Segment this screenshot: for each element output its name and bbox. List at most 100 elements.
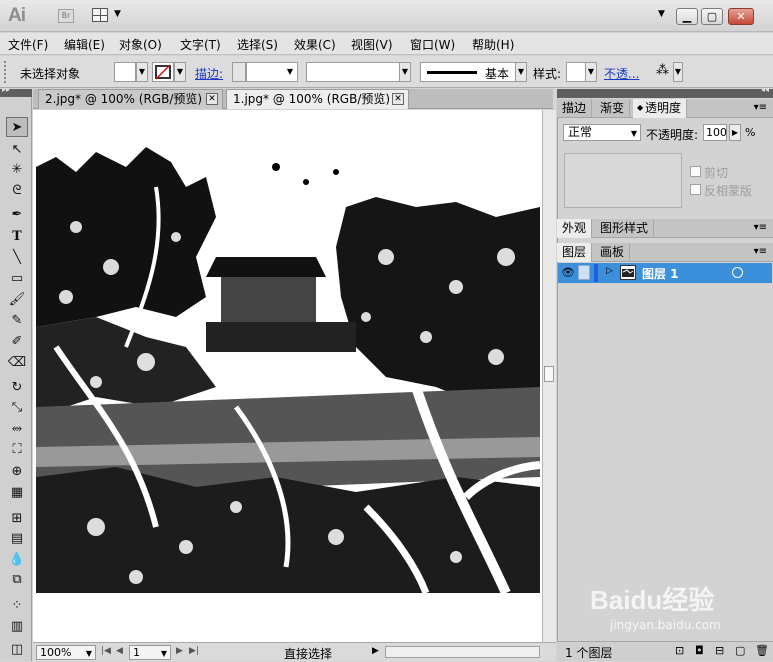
first-artboard-icon[interactable]: |◀ (101, 646, 111, 656)
pencil-icon[interactable]: ✎ (6, 311, 28, 331)
menu-window[interactable]: 窗口(W) (410, 36, 455, 53)
tab-artboards[interactable]: 画板 (595, 243, 631, 262)
stroke-weight-stepper[interactable] (232, 62, 246, 82)
tab-2-jpg[interactable]: 2.jpg* @ 100% (RGB/预览) ✕ (38, 89, 223, 109)
chevron-down-icon[interactable]: ▼ (515, 62, 527, 82)
blend-mode-select[interactable]: 正常 ▼ (563, 124, 641, 141)
menu-object[interactable]: 对象(O) (119, 36, 162, 53)
trash-icon[interactable]: 🗑 (755, 644, 769, 657)
mask-thumbnail[interactable] (564, 153, 682, 208)
mesh-tool-icon[interactable]: ⊞ (6, 509, 28, 529)
artboard-select[interactable]: 1 ▼ (129, 645, 171, 660)
stroke-swatch[interactable] (152, 62, 174, 82)
close-icon[interactable]: ✕ (392, 93, 404, 105)
tab-stroke[interactable]: 描边 (557, 99, 593, 118)
paintbrush-icon[interactable]: 🖌 (6, 290, 28, 310)
next-artboard-icon[interactable]: ▶ (176, 646, 183, 656)
rotate-tool-icon[interactable]: ↻ (6, 378, 28, 398)
tab-1-jpg[interactable]: 1.jpg* @ 100% (RGB/预览) ✕ (226, 89, 409, 109)
warp-tool-icon[interactable]: ⥈ (6, 419, 28, 439)
expand-triangle-icon[interactable]: ▷ (606, 266, 613, 276)
symbol-sprayer-icon[interactable]: ⁘ (6, 596, 28, 616)
bridge-button[interactable]: Br (58, 9, 74, 23)
clip-checkbox[interactable] (690, 166, 701, 177)
new-sublayer-icon[interactable]: ⊟ (715, 644, 724, 657)
rectangle-tool-icon[interactable]: ▭ (6, 269, 28, 289)
perspective-grid-icon[interactable]: ▦ (6, 483, 28, 503)
gradient-tool-icon[interactable]: ▤ (6, 529, 28, 549)
panel-menu-icon[interactable]: ▾≡ (754, 102, 767, 113)
tab-graphic-styles[interactable]: 图形样式 (595, 219, 655, 238)
new-layer-icon[interactable]: ▢ (735, 644, 745, 657)
panel-menu-icon[interactable]: ▾≡ (754, 222, 767, 233)
stroke-weight-input[interactable]: ▼ (246, 62, 298, 82)
opacity-input[interactable]: 100 (703, 124, 727, 141)
tools-panel-header[interactable]: ▸▸ (0, 85, 32, 97)
free-transform-icon[interactable]: ⛶ (6, 440, 28, 460)
scale-tool-icon[interactable]: ⤡ (6, 398, 28, 418)
fill-swatch[interactable] (114, 62, 136, 82)
column-graph-icon[interactable]: ▥ (6, 617, 28, 637)
menu-select[interactable]: 选择(S) (237, 36, 278, 53)
menu-view[interactable]: 视图(V) (351, 36, 393, 53)
graphic-style-swatch[interactable] (566, 62, 586, 82)
line-tool-icon[interactable]: ╲ (6, 248, 28, 268)
chevron-down-icon[interactable]: ▼ (399, 62, 411, 82)
close-icon[interactable]: ✕ (206, 93, 218, 105)
opacity-link[interactable]: 不透... (604, 65, 639, 82)
make-clipping-mask-icon[interactable]: ◘ (695, 644, 704, 657)
panel-menu-icon[interactable]: ▾≡ (754, 246, 767, 257)
blend-tool-icon[interactable]: ⧉ (6, 570, 28, 590)
eraser-icon[interactable]: ⌫ (6, 353, 28, 373)
layer-name[interactable]: 图层 1 (642, 265, 679, 282)
pen-tool-icon[interactable]: ✒ (6, 205, 28, 225)
close-button[interactable]: ✕ (728, 8, 754, 25)
grip-handle[interactable] (4, 61, 8, 83)
tab-layers[interactable]: 图层 (557, 243, 593, 262)
magic-wand-icon[interactable]: ✳ (6, 160, 28, 180)
opacity-stepper[interactable]: ▶ (729, 124, 741, 141)
status-menu-icon[interactable]: ▶ (372, 646, 379, 656)
scrollbar-thumb[interactable] (544, 366, 554, 382)
panel-dock-header[interactable]: ◂◂ (557, 85, 773, 98)
lasso-icon[interactable]: ᘓ (6, 181, 28, 201)
blob-brush-icon[interactable]: ✐ (6, 332, 28, 352)
eyedropper-icon[interactable]: 💧 (6, 550, 28, 570)
chevron-down-icon[interactable]: ▼ (136, 62, 148, 82)
chevron-down-icon[interactable]: ▼ (585, 62, 597, 82)
locate-object-icon[interactable]: ⊡ (675, 644, 684, 657)
menu-help[interactable]: 帮助(H) (472, 36, 514, 53)
lock-toggle[interactable] (578, 265, 590, 280)
chevron-down-icon: ▼ (114, 9, 121, 19)
tab-appearance[interactable]: 外观 (557, 219, 593, 238)
direct-selection-tool-icon[interactable]: ↖ (6, 140, 28, 160)
prev-artboard-icon[interactable]: ◀ (116, 646, 123, 656)
selection-tool-icon[interactable]: ➤ (6, 117, 28, 137)
variable-width-select[interactable] (306, 62, 400, 82)
arrange-documents-button[interactable]: ▼ (92, 8, 124, 24)
artboard-tool-icon[interactable]: ◫ (6, 640, 28, 660)
target-icon[interactable] (732, 267, 743, 278)
horizontal-scrollbar[interactable] (385, 646, 540, 658)
menu-edit[interactable]: 编辑(E) (64, 36, 105, 53)
type-tool-icon[interactable]: T (6, 227, 28, 247)
minimize-button[interactable]: ▁ (676, 8, 698, 25)
eye-icon[interactable]: 👁 (561, 266, 575, 279)
menu-effect[interactable]: 效果(C) (294, 36, 336, 53)
workspace-switcher[interactable]: ▼ (658, 9, 665, 19)
shape-builder-icon[interactable]: ⊕ (6, 462, 28, 482)
stroke-label-link[interactable]: 描边: (195, 65, 223, 82)
layer-row[interactable]: 👁 ▷ 图层 1 (558, 263, 772, 283)
chevron-down-icon[interactable]: ▼ (174, 62, 186, 82)
maximize-button[interactable]: ▢ (701, 8, 723, 25)
zoom-select[interactable]: 100% ▼ (36, 645, 96, 660)
chevron-down-icon[interactable]: ▼ (673, 62, 683, 82)
tab-gradient[interactable]: 渐变 (595, 99, 631, 118)
menu-type[interactable]: 文字(T) (180, 36, 221, 53)
invert-mask-checkbox[interactable] (690, 184, 701, 195)
menu-file[interactable]: 文件(F) (8, 36, 48, 53)
last-artboard-icon[interactable]: ▶| (189, 646, 199, 656)
placed-image[interactable] (36, 147, 540, 593)
brush-definition-select[interactable]: 基本 (420, 62, 516, 82)
recolor-artwork-icon[interactable]: ⁂ (656, 63, 669, 78)
